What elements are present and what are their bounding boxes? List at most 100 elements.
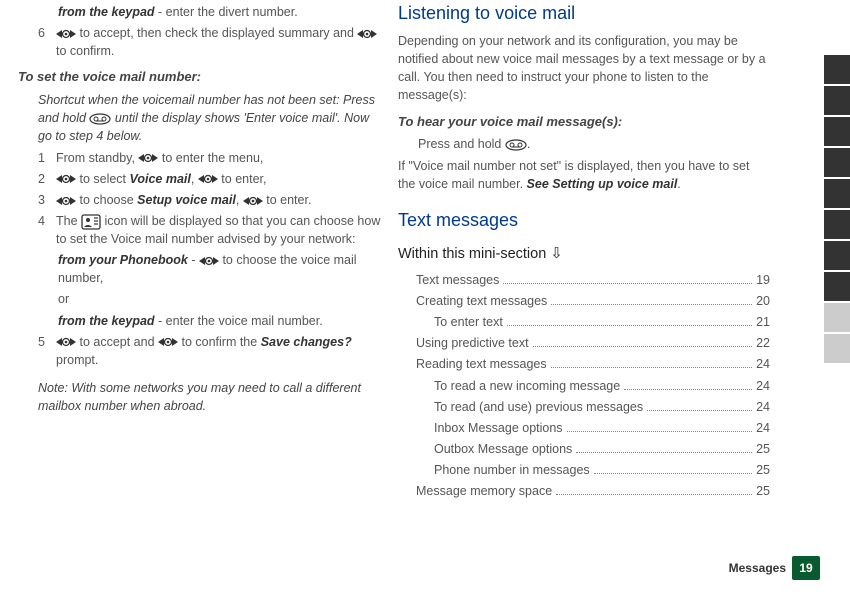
center-key-icon xyxy=(198,173,218,185)
toc-label: Using predictive text xyxy=(416,334,529,352)
nav-key-icon xyxy=(56,173,76,185)
toc-page: 24 xyxy=(756,355,770,373)
listening-paragraph: Depending on your network and its config… xyxy=(398,32,770,105)
center-key-icon xyxy=(158,336,178,348)
step-number: 3 xyxy=(38,191,56,209)
toc-dots xyxy=(647,409,752,411)
toc-dots xyxy=(594,472,752,474)
tab-dark xyxy=(824,148,850,177)
vm-step-5: 5 to accept and to confirm the Save chan… xyxy=(38,333,382,369)
phonebook-option: from your Phonebook - to choose the voic… xyxy=(58,251,382,287)
step-text: to select Voice mail, to enter, xyxy=(56,170,382,188)
toc-row: Outbox Message options 25 xyxy=(416,440,770,458)
toc-label: Reading text messages xyxy=(416,355,547,373)
hear-heading: To hear your voice mail message(s): xyxy=(398,113,770,132)
toc-row: Inbox Message options24 xyxy=(416,419,770,437)
tab-light xyxy=(824,334,850,363)
toc-dots xyxy=(576,451,752,453)
step-text: to accept and to confirm the Save change… xyxy=(56,333,382,369)
toc-label: Creating text messages xyxy=(416,292,547,310)
toc-label: Phone number in messages xyxy=(434,461,590,479)
vm-step-2: 2 to select Voice mail, to enter, xyxy=(38,170,382,188)
right-column: Listening to voice mail Depending on you… xyxy=(390,0,780,503)
shortcut-paragraph: Shortcut when the voicemail number has n… xyxy=(38,91,382,145)
toc-page: 24 xyxy=(756,419,770,437)
toc-label: To enter text xyxy=(434,313,503,331)
toc-page: 25 xyxy=(756,461,770,479)
toc-page: 22 xyxy=(756,334,770,352)
left-key-icon xyxy=(56,28,76,40)
toc-label: To read a new incoming message xyxy=(434,377,620,395)
toc-page: 19 xyxy=(756,271,770,289)
toc-row: To read (and use) previous messages 24 xyxy=(416,398,770,416)
step-6: 6 to accept, then check the displayed su… xyxy=(38,24,382,60)
voicemail-key-icon xyxy=(89,113,111,125)
toc-container: Text messages 19 Creating text messages 20 T… xyxy=(398,271,770,500)
toc-row: Using predictive text 22 xyxy=(416,334,770,352)
step-text: to choose Setup voice mail, to enter. xyxy=(56,191,382,209)
toc-page: 24 xyxy=(756,377,770,395)
tab-dark xyxy=(824,55,850,84)
step-number: 5 xyxy=(38,333,56,369)
toc-page: 20 xyxy=(756,292,770,310)
step-text: The icon will be displayed so that you c… xyxy=(56,212,382,248)
vm-step-3: 3 to choose Setup voice mail, to enter. xyxy=(38,191,382,209)
phonebook-icon xyxy=(81,214,101,230)
section-tabs xyxy=(824,55,850,365)
toc-page: 25 xyxy=(756,440,770,458)
toc-dots xyxy=(551,366,752,368)
left-key-icon xyxy=(56,336,76,348)
toc-label: Outbox Message options xyxy=(434,440,572,458)
toc-label: Message memory space xyxy=(416,482,552,500)
vm-step-4: 4 The icon will be displayed so that you… xyxy=(38,212,382,248)
toc-dots xyxy=(567,430,753,432)
page-number: 19 xyxy=(792,556,820,580)
toc-page: 25 xyxy=(756,482,770,500)
center-key-icon xyxy=(243,195,263,207)
toc-dots xyxy=(624,388,752,390)
step-number: 6 xyxy=(38,24,56,60)
toc-row: Reading text messages 24 xyxy=(416,355,770,373)
step-number: 2 xyxy=(38,170,56,188)
keypad-label: from the keypad xyxy=(58,5,155,19)
toc-dots xyxy=(556,493,752,495)
left-key-icon xyxy=(357,28,377,40)
nav-key-icon xyxy=(56,195,76,207)
nav-key-icon xyxy=(199,255,219,267)
tab-light xyxy=(824,303,850,332)
mini-section-heading: Within this mini-section ⇩ xyxy=(398,243,770,265)
down-arrow-icon: ⇩ xyxy=(550,245,563,262)
toc-label: Text messages xyxy=(416,271,499,289)
toc-dots xyxy=(503,282,752,284)
tab-dark xyxy=(824,117,850,146)
toc-row: Message memory space 25 xyxy=(416,482,770,500)
tab-dark xyxy=(824,272,850,301)
hear-instruction: Press and hold . xyxy=(418,135,770,153)
toc-dots xyxy=(507,324,752,326)
toc-page: 24 xyxy=(756,398,770,416)
step-text: From standby, to enter the menu, xyxy=(56,149,382,167)
toc-label: To read (and use) previous messages xyxy=(434,398,643,416)
note-text: Note: With some networks you may need to… xyxy=(38,379,382,415)
set-vm-heading: To set the voice mail number: xyxy=(18,68,382,87)
toc-row: To read a new incoming message 24 xyxy=(416,377,770,395)
page-footer: Messages 19 xyxy=(729,556,820,580)
not-set-paragraph: If "Voice mail number not set" is displa… xyxy=(398,157,770,193)
tab-dark xyxy=(824,86,850,115)
toc-row: Text messages 19 xyxy=(416,271,770,289)
voicemail-key-icon xyxy=(505,139,527,151)
step-number: 1 xyxy=(38,149,56,167)
tab-dark xyxy=(824,210,850,239)
toc-row: Phone number in messages 25 xyxy=(416,461,770,479)
vm-step-1: 1 From standby, to enter the menu, xyxy=(38,149,382,167)
or-text: or xyxy=(58,290,382,308)
toc-page: 21 xyxy=(756,313,770,331)
step-number: 4 xyxy=(38,212,56,248)
keypad-option-2: from the keypad - enter the voice mail n… xyxy=(58,312,382,330)
toc-row: Creating text messages 20 xyxy=(416,292,770,310)
text-messages-heading: Text messages xyxy=(398,207,770,233)
page-content: from the keypad - enter the divert numbe… xyxy=(0,0,790,503)
listening-heading: Listening to voice mail xyxy=(398,0,770,26)
keypad-option: from the keypad - enter the divert numbe… xyxy=(58,3,382,21)
left-column: from the keypad - enter the divert numbe… xyxy=(10,0,390,503)
